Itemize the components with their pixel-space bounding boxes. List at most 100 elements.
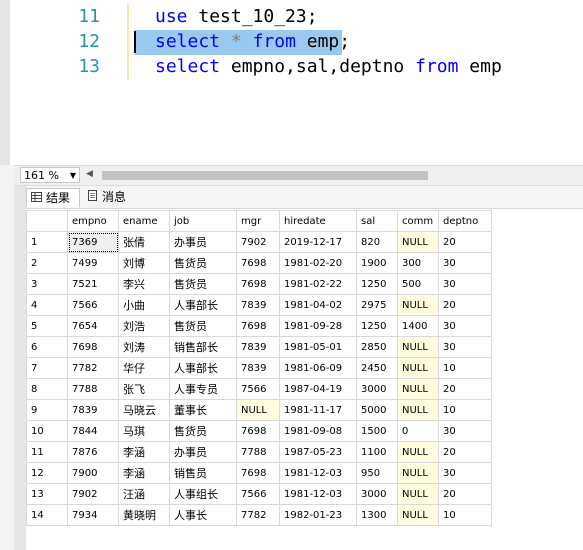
row-number[interactable]: 14	[26, 504, 68, 526]
table-row[interactable]: 6 7698 刘涛 销售部长 7839 1981-05-01 2850 NULL 30	[26, 336, 492, 358]
table-cell[interactable]: 人事部长	[169, 294, 237, 316]
table-cell[interactable]: 20	[438, 294, 492, 316]
null-cell[interactable]: NULL	[397, 504, 439, 526]
table-cell[interactable]: 7698	[236, 462, 280, 484]
tab-results[interactable]: 结果	[26, 188, 80, 207]
table-cell[interactable]: 2850	[356, 336, 398, 358]
row-number[interactable]: 12	[26, 462, 68, 484]
table-cell[interactable]: 1981-09-08	[279, 420, 357, 442]
table-cell[interactable]: 950	[356, 462, 398, 484]
table-row[interactable]: 1 7369 张倩 办事员 7902 2019-12-17 820 NULL 20	[26, 231, 492, 253]
table-cell[interactable]: 5000	[356, 399, 398, 421]
column-header[interactable]: comm	[397, 210, 439, 232]
row-number[interactable]: 11	[26, 441, 68, 463]
table-cell[interactable]: 7934	[67, 504, 119, 526]
table-cell[interactable]: 1300	[356, 504, 398, 526]
table-cell[interactable]: 1400	[397, 315, 439, 337]
code-line[interactable]: select empno,sal,deptno from emp	[155, 54, 502, 80]
table-row[interactable]: 10 7844 马琪 售货员 7698 1981-09-08 1500 0 30	[26, 420, 492, 442]
row-number[interactable]: 4	[26, 294, 68, 316]
table-row[interactable]: 7 7782 华仔 人事部长 7839 1981-06-09 2450 NULL 10	[26, 357, 492, 379]
table-cell[interactable]: 7839	[236, 357, 280, 379]
table-cell[interactable]: 7876	[67, 441, 119, 463]
table-cell[interactable]: 人事长	[169, 504, 237, 526]
table-cell[interactable]: 李涵	[118, 462, 170, 484]
table-cell[interactable]: 人事部长	[169, 357, 237, 379]
table-cell[interactable]: 10	[438, 399, 492, 421]
row-number[interactable]: 9	[26, 399, 68, 421]
table-cell[interactable]: 7902	[67, 483, 119, 505]
table-cell[interactable]: 7788	[67, 378, 119, 400]
table-cell[interactable]: 1250	[356, 315, 398, 337]
table-cell[interactable]: 1250	[356, 273, 398, 295]
row-number[interactable]: 8	[26, 378, 68, 400]
scroll-left-icon[interactable]: ◀	[86, 169, 93, 179]
null-cell[interactable]: NULL	[397, 462, 439, 484]
table-cell[interactable]: 7698	[236, 252, 280, 274]
table-cell[interactable]: 2975	[356, 294, 398, 316]
table-cell[interactable]: 1100	[356, 441, 398, 463]
table-row[interactable]: 9 7839 马晓云 董事长 NULL 1981-11-17 5000 NULL 10	[26, 399, 492, 421]
table-cell[interactable]: 1987-04-19	[279, 378, 357, 400]
table-cell[interactable]: 李涵	[118, 441, 170, 463]
table-cell[interactable]: 1981-04-02	[279, 294, 357, 316]
table-cell[interactable]: 7499	[67, 252, 119, 274]
null-cell[interactable]: NULL	[397, 483, 439, 505]
table-cell[interactable]: 300	[397, 252, 439, 274]
table-cell[interactable]: 7698	[236, 315, 280, 337]
table-cell[interactable]: 7566	[67, 294, 119, 316]
table-cell[interactable]: 小曲	[118, 294, 170, 316]
column-header[interactable]: sal	[356, 210, 398, 232]
table-cell[interactable]: 30	[438, 336, 492, 358]
null-cell[interactable]: NULL	[397, 231, 439, 253]
table-cell[interactable]: 7839	[67, 399, 119, 421]
table-cell[interactable]: 办事员	[169, 441, 237, 463]
table-cell[interactable]: 30	[438, 252, 492, 274]
row-number[interactable]: 6	[26, 336, 68, 358]
table-cell[interactable]: 7369	[67, 231, 119, 253]
table-cell[interactable]: 汪涵	[118, 483, 170, 505]
query-editor[interactable]: 11 use test_10_23; 12 select * from emp; 13 s…	[0, 0, 583, 165]
results-grid[interactable]: empno ename job mgr hiredate sal comm deptno 17…	[26, 210, 492, 526]
row-number[interactable]: 3	[26, 273, 68, 295]
row-number[interactable]: 10	[26, 420, 68, 442]
table-cell[interactable]: 7839	[236, 294, 280, 316]
table-cell[interactable]: 售货员	[169, 420, 237, 442]
null-cell[interactable]: NULL	[397, 399, 439, 421]
table-cell[interactable]: 7839	[236, 336, 280, 358]
table-cell[interactable]: 马琪	[118, 420, 170, 442]
table-cell[interactable]: 办事员	[169, 231, 237, 253]
table-cell[interactable]: 1981-02-22	[279, 273, 357, 295]
table-cell[interactable]: 7902	[236, 231, 280, 253]
table-cell[interactable]: 7698	[236, 420, 280, 442]
table-cell[interactable]: 820	[356, 231, 398, 253]
table-cell[interactable]: 2450	[356, 357, 398, 379]
table-row[interactable]: 8 7788 张飞 人事专员 7566 1987-04-19 3000 NULL 20	[26, 378, 492, 400]
column-header[interactable]: hiredate	[279, 210, 357, 232]
column-header[interactable]: ename	[118, 210, 170, 232]
null-cell[interactable]: NULL	[397, 378, 439, 400]
table-row[interactable]: 3 7521 李兴 售货员 7698 1981-02-22 1250 500 30	[26, 273, 492, 295]
table-cell[interactable]: 售货员	[169, 315, 237, 337]
null-cell[interactable]: NULL	[236, 399, 280, 421]
row-number[interactable]: 5	[26, 315, 68, 337]
table-cell[interactable]: 30	[438, 315, 492, 337]
row-number[interactable]: 2	[26, 252, 68, 274]
table-cell[interactable]: 7782	[236, 504, 280, 526]
table-row[interactable]: 4 7566 小曲 人事部长 7839 1981-04-02 2975 NULL 20	[26, 294, 492, 316]
table-cell[interactable]: 7566	[236, 483, 280, 505]
table-cell[interactable]: 1500	[356, 420, 398, 442]
table-cell[interactable]: 马晓云	[118, 399, 170, 421]
table-cell[interactable]: 7566	[236, 378, 280, 400]
table-cell[interactable]: 20	[438, 378, 492, 400]
table-cell[interactable]: 7900	[67, 462, 119, 484]
table-row[interactable]: 2 7499 刘博 售货员 7698 1981-02-20 1900 300 30	[26, 252, 492, 274]
table-cell[interactable]: 10	[438, 504, 492, 526]
table-cell[interactable]: 3000	[356, 483, 398, 505]
null-cell[interactable]: NULL	[397, 357, 439, 379]
table-cell[interactable]: 刘博	[118, 252, 170, 274]
table-cell[interactable]: 20	[438, 231, 492, 253]
table-row[interactable]: 13 7902 汪涵 人事组长 7566 1981-12-03 3000 NULL 20	[26, 483, 492, 505]
table-cell[interactable]: 7654	[67, 315, 119, 337]
table-cell[interactable]: 7788	[236, 441, 280, 463]
